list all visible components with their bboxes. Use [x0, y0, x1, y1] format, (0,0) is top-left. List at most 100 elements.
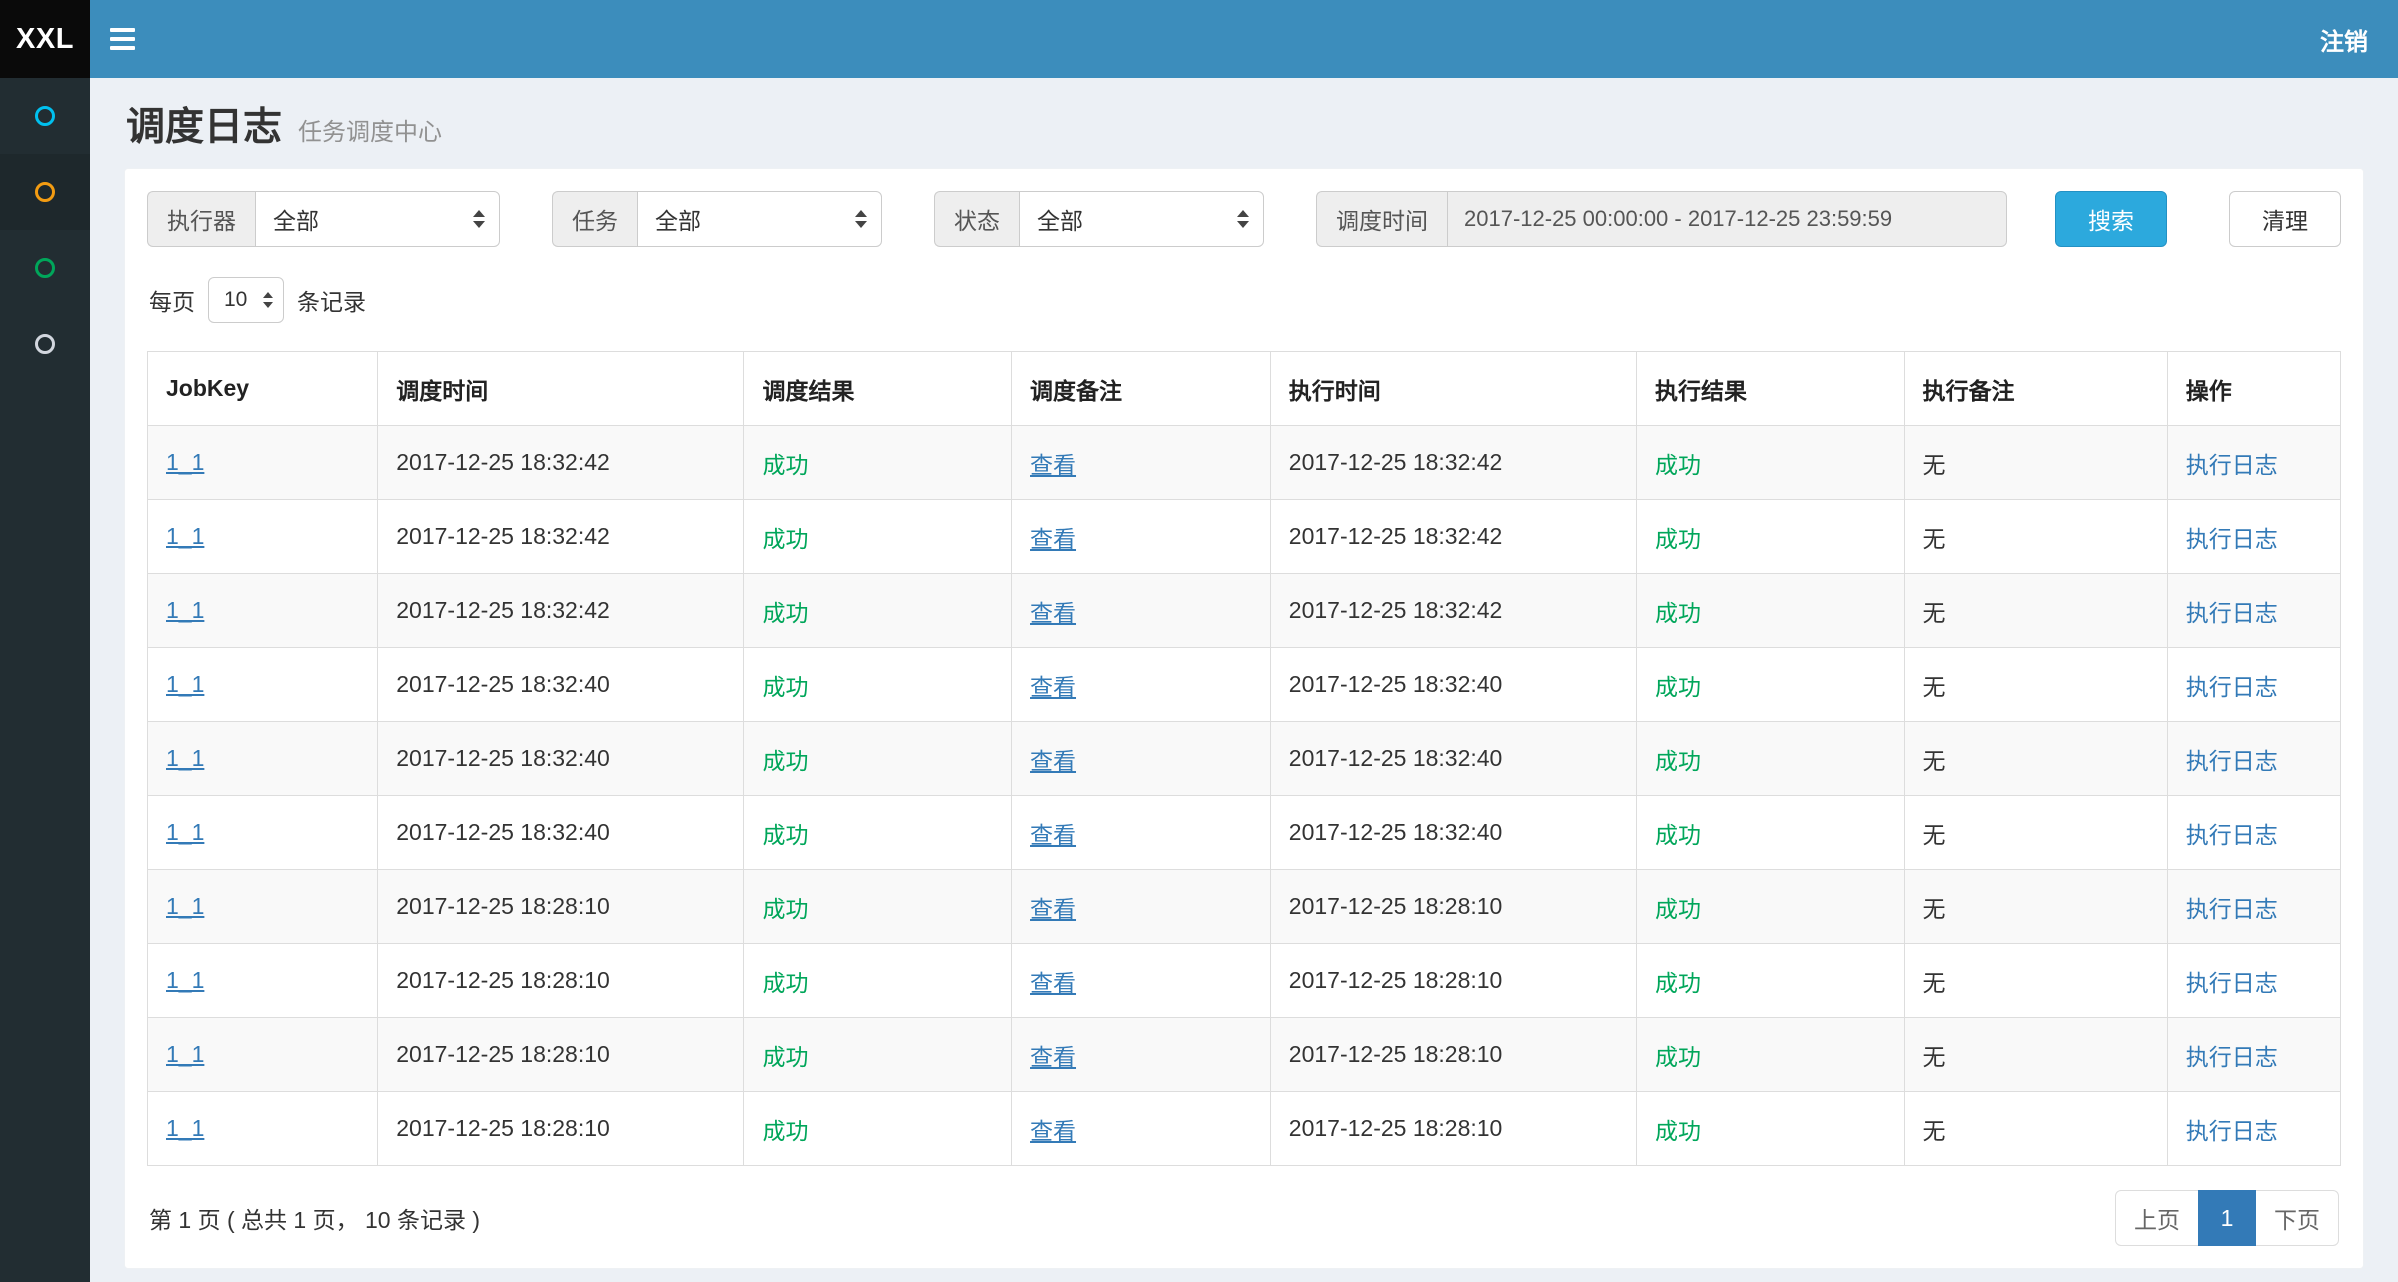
- job-key-link[interactable]: 1_1: [166, 893, 204, 919]
- handle-result-cell: 成功: [1655, 1044, 1701, 1070]
- status-filter: 状态 全部: [934, 191, 1264, 247]
- trigger-msg-link[interactable]: 查看: [1030, 1118, 1076, 1144]
- execution-log-link[interactable]: 执行日志: [2186, 1118, 2278, 1144]
- trigger-time-cell: 2017-12-25 18:32:42: [396, 597, 610, 623]
- page-size-value: 10: [224, 288, 247, 312]
- trigger-msg-link[interactable]: 查看: [1030, 748, 1076, 774]
- select-arrows-icon: [263, 292, 273, 308]
- trigger-msg-link[interactable]: 查看: [1030, 674, 1076, 700]
- table-row: 1_12017-12-25 18:32:42成功查看2017-12-25 18:…: [148, 500, 2341, 574]
- handle-time-cell: 2017-12-25 18:32:42: [1289, 449, 1503, 475]
- job-key-link[interactable]: 1_1: [166, 449, 204, 475]
- table-row: 1_12017-12-25 18:28:10成功查看2017-12-25 18:…: [148, 1018, 2341, 1092]
- handle-msg-cell: 无: [1923, 970, 1946, 996]
- job-key-link[interactable]: 1_1: [166, 671, 204, 697]
- trigger-msg-link[interactable]: 查看: [1030, 970, 1076, 996]
- col-handle-result: 执行结果: [1637, 352, 1905, 426]
- search-button[interactable]: 搜索: [2055, 191, 2167, 247]
- trigger-time-range-input[interactable]: [1447, 191, 2007, 247]
- logo-text: XXL: [16, 23, 74, 56]
- sidebar: [0, 78, 90, 1282]
- trigger-msg-link[interactable]: 查看: [1030, 822, 1076, 848]
- execution-log-link[interactable]: 执行日志: [2186, 970, 2278, 996]
- sidebar-item-1[interactable]: [0, 78, 90, 154]
- app-logo[interactable]: XXL: [0, 0, 90, 78]
- pagination: 上页 1 下页: [2115, 1190, 2339, 1246]
- col-action: 操作: [2167, 352, 2340, 426]
- status-select-value: 全部: [1037, 202, 1083, 236]
- execution-log-link[interactable]: 执行日志: [2186, 748, 2278, 774]
- page-size-select[interactable]: 10: [208, 277, 284, 323]
- trigger-msg-link[interactable]: 查看: [1030, 896, 1076, 922]
- trigger-result-cell: 成功: [762, 822, 808, 848]
- circle-icon: [35, 106, 55, 126]
- table-row: 1_12017-12-25 18:28:10成功查看2017-12-25 18:…: [148, 944, 2341, 1018]
- job-key-link[interactable]: 1_1: [166, 819, 204, 845]
- prev-page-button[interactable]: 上页: [2115, 1190, 2199, 1246]
- handle-result-cell: 成功: [1655, 600, 1701, 626]
- handle-time-cell: 2017-12-25 18:28:10: [1289, 1115, 1503, 1141]
- handle-msg-cell: 无: [1923, 600, 1946, 626]
- sidebar-item-3[interactable]: [0, 230, 90, 306]
- sidebar-item-4[interactable]: [0, 306, 90, 382]
- col-trigger-result: 调度结果: [744, 352, 1012, 426]
- navbar-right: 注销: [90, 0, 2398, 78]
- trigger-msg-link[interactable]: 查看: [1030, 600, 1076, 626]
- execution-log-link[interactable]: 执行日志: [2186, 822, 2278, 848]
- job-key-link[interactable]: 1_1: [166, 523, 204, 549]
- execution-log-link[interactable]: 执行日志: [2186, 452, 2278, 478]
- clear-button[interactable]: 清理: [2229, 191, 2341, 247]
- handle-msg-cell: 无: [1923, 748, 1946, 774]
- handle-time-cell: 2017-12-25 18:32:40: [1289, 745, 1503, 771]
- trigger-time-filter-label: 调度时间: [1316, 191, 1447, 247]
- job-key-link[interactable]: 1_1: [166, 967, 204, 993]
- executor-filter: 执行器 全部: [147, 191, 500, 247]
- trigger-result-cell: 成功: [762, 896, 808, 922]
- sidebar-item-2[interactable]: [0, 154, 90, 230]
- execution-log-link[interactable]: 执行日志: [2186, 896, 2278, 922]
- handle-result-cell: 成功: [1655, 452, 1701, 478]
- page-size-row: 每页 10 条记录: [149, 277, 2339, 323]
- trigger-msg-link[interactable]: 查看: [1030, 1044, 1076, 1070]
- job-key-link[interactable]: 1_1: [166, 1115, 204, 1141]
- handle-msg-cell: 无: [1923, 1044, 1946, 1070]
- job-key-link[interactable]: 1_1: [166, 745, 204, 771]
- log-table: JobKey 调度时间 调度结果 调度备注 执行时间 执行结果 执行备注 操作 …: [147, 351, 2341, 1166]
- select-arrows-icon: [855, 210, 867, 228]
- trigger-time-cell: 2017-12-25 18:28:10: [396, 1115, 610, 1141]
- handle-time-cell: 2017-12-25 18:28:10: [1289, 1041, 1503, 1067]
- hamburger-icon: [110, 28, 135, 32]
- trigger-msg-link[interactable]: 查看: [1030, 452, 1076, 478]
- next-page-button[interactable]: 下页: [2255, 1190, 2339, 1246]
- table-row: 1_1 2017-12-25 18:28:10 成功 查看 2017-12-25 18:…: [148, 1092, 2341, 1166]
- top-navbar: XXL 注销: [0, 0, 2398, 78]
- status-select[interactable]: 全部: [1019, 191, 1264, 247]
- select-arrows-icon: [473, 210, 485, 228]
- job-key-link[interactable]: 1_1: [166, 1041, 204, 1067]
- trigger-time-cell: 2017-12-25 18:32:40: [396, 819, 610, 845]
- select-arrows-icon: [1237, 210, 1249, 228]
- job-key-link[interactable]: 1_1: [166, 597, 204, 623]
- execution-log-link[interactable]: 执行日志: [2186, 526, 2278, 552]
- filter-bar: 执行器 全部 任务 全部 状态 全部: [147, 191, 2341, 247]
- handle-time-cell: 2017-12-25 18:32:42: [1289, 597, 1503, 623]
- executor-select[interactable]: 全部: [255, 191, 500, 247]
- sidebar-toggle-button[interactable]: [90, 0, 154, 78]
- trigger-result-cell: 成功: [762, 1118, 808, 1144]
- page-size-prefix: 每页: [149, 283, 195, 317]
- pagination-info: 第 1 页 ( 总共 1 页， 10 条记录 ): [149, 1201, 480, 1235]
- execution-log-link[interactable]: 执行日志: [2186, 1044, 2278, 1070]
- job-select[interactable]: 全部: [637, 191, 882, 247]
- page-1-button[interactable]: 1: [2198, 1190, 2256, 1246]
- execution-log-link[interactable]: 执行日志: [2186, 600, 2278, 626]
- trigger-msg-link[interactable]: 查看: [1030, 526, 1076, 552]
- log-table-wrap: JobKey 调度时间 调度结果 调度备注 执行时间 执行结果 执行备注 操作 …: [147, 351, 2341, 1166]
- trigger-result-cell: 成功: [762, 526, 808, 552]
- trigger-time-cell: 2017-12-25 18:32:42: [396, 523, 610, 549]
- circle-icon: [35, 258, 55, 278]
- handle-msg-cell: 无: [1923, 674, 1946, 700]
- logout-link[interactable]: 注销: [2320, 22, 2368, 57]
- execution-log-link[interactable]: 执行日志: [2186, 674, 2278, 700]
- trigger-time-filter: 调度时间: [1316, 191, 2007, 247]
- handle-result-cell: 成功: [1655, 748, 1701, 774]
